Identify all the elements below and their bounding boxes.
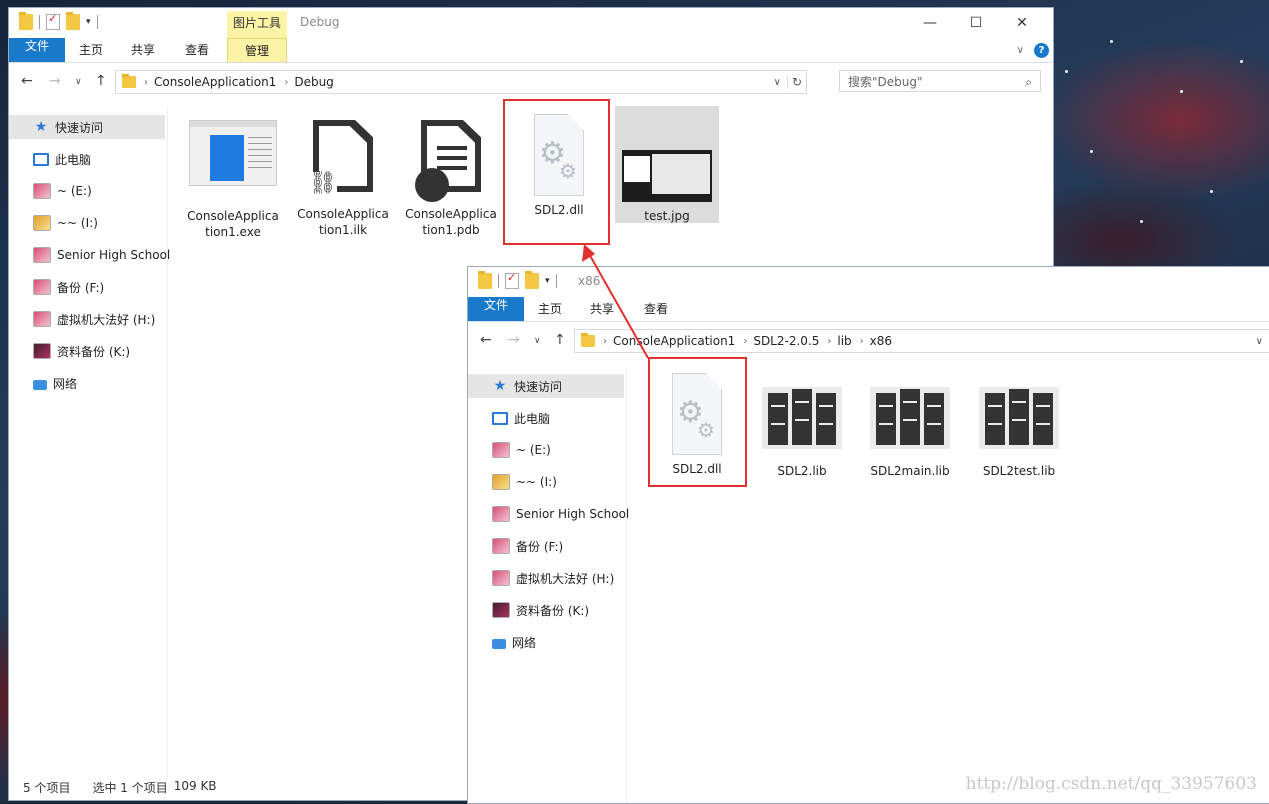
watermark: http://blog.csdn.net/qq_33957603 [965, 774, 1257, 794]
annotation-arrow [582, 244, 649, 359]
